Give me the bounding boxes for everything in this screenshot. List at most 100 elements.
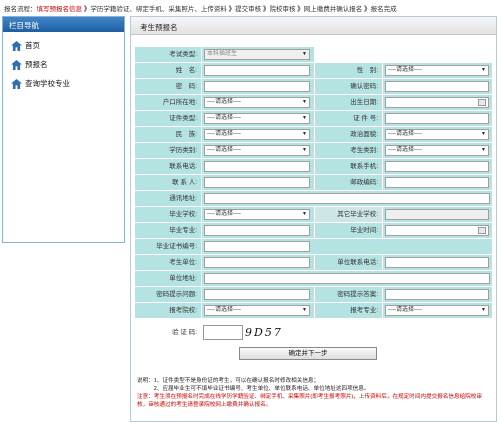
calendar-icon[interactable] — [478, 99, 486, 106]
confirm-password-input[interactable] — [385, 81, 489, 92]
name-label: 姓 名: — [135, 63, 201, 78]
form-row: 民 族: ----请选择---- ▼ 政治面貌: ----请选择---- ▼ — [135, 127, 492, 142]
note-warning: 注意：考生须在预报名时完成在线学历学籍验证、绑定手机、采集照片(即考生报考照片)… — [137, 394, 482, 408]
grad-major-input[interactable] — [204, 225, 310, 236]
dropdown-arrow-icon: ▼ — [481, 131, 486, 137]
gender-select[interactable]: ----请选择---- ▼ — [385, 65, 489, 76]
form-row: 密 码: 确认密码: — [135, 79, 492, 94]
unit-address-input[interactable] — [204, 273, 490, 284]
contact-input[interactable] — [204, 177, 310, 188]
calendar-icon[interactable] — [478, 227, 486, 234]
other-school-input[interactable] — [385, 209, 489, 220]
grad-school-label: 毕业学校: — [135, 207, 201, 222]
form-row: 报考院校: ----请选择---- ▼ 报考专业: ----请选择---- ▼ — [135, 303, 492, 318]
sidebar-item-query-school[interactable]: 查询学校专业 — [3, 74, 124, 93]
pwd-answer-input[interactable] — [385, 289, 489, 300]
form-row: 密码提示问题: 密码提示答案: — [135, 287, 492, 302]
edu-category-select[interactable]: ----请选择---- ▼ — [204, 145, 310, 156]
form-row: 姓 名: 性 别: ----请选择---- ▼ — [135, 63, 492, 78]
name-input[interactable] — [204, 65, 310, 76]
candidate-category-select[interactable]: ----请选择---- ▼ — [385, 145, 489, 156]
postcode-label: 邮政编码: — [315, 175, 382, 190]
breadcrumb-step-current: 填写预报名信息 — [36, 6, 83, 13]
home-icon — [11, 59, 22, 70]
dropdown-arrow-icon: ▼ — [302, 147, 307, 153]
password-label: 密 码: — [135, 79, 201, 94]
ethnicity-label: 民 族: — [135, 127, 201, 142]
form-row: 学历类别: ----请选择---- ▼ 考生类别: ----请选择---- ▼ — [135, 143, 492, 158]
breadcrumb-step: 院校审核 — [269, 6, 296, 13]
home-icon — [11, 78, 22, 89]
registration-panel: 考生预报名 考试类型: 本科插班生 ▼ 姓 名: 性 别: ----请选择----… — [130, 16, 497, 422]
notes: 说明：1、证件类型不是身份证的考生，可以在确认报名时修改相关信息； 2、应届毕业… — [137, 377, 492, 409]
birth-date-input[interactable] — [385, 97, 489, 108]
ethnicity-select[interactable]: ----请选择---- ▼ — [204, 129, 310, 140]
dropdown-arrow-icon: ▼ — [302, 131, 307, 137]
home-icon — [11, 40, 22, 51]
pwd-question-input[interactable] — [204, 289, 310, 300]
grad-school-select[interactable]: ----请选择---- ▼ — [204, 209, 310, 220]
sidebar-item-label: 首页 — [25, 41, 40, 50]
cert-number-input[interactable] — [204, 241, 310, 252]
grad-time-label: 毕业时间: — [315, 223, 382, 238]
political-select[interactable]: ----请选择---- ▼ — [385, 129, 489, 140]
work-unit-input[interactable] — [204, 257, 310, 268]
pwd-answer-label: 密码提示答案: — [315, 287, 382, 302]
other-school-label: 其它毕业学校: — [315, 207, 382, 222]
apply-major-select[interactable]: ----请选择---- ▼ — [385, 305, 489, 316]
submit-next-button[interactable]: 确定并下一步 — [239, 347, 377, 360]
id-type-label: 证件类型: — [135, 111, 201, 126]
address-input[interactable] — [204, 193, 490, 204]
id-type-select[interactable]: ----请选择---- ▼ — [204, 113, 310, 124]
political-label: 政治面貌: — [315, 127, 382, 142]
confirm-password-label: 确认密码: — [315, 79, 382, 94]
apply-major-label: 报考专业: — [315, 303, 382, 318]
apply-school-select[interactable]: ----请选择---- ▼ — [204, 305, 310, 316]
dropdown-arrow-icon: ▼ — [481, 67, 486, 73]
unit-phone-label: 单位联系电话: — [315, 255, 382, 270]
postcode-input[interactable] — [385, 177, 489, 188]
apply-school-label: 报考院校: — [135, 303, 201, 318]
id-number-label: 证 件 号: — [315, 111, 382, 126]
form-row: 确定并下一步 — [135, 347, 492, 362]
captcha-label: 验 证 码: — [172, 329, 197, 336]
candidate-category-label: 考生类别: — [315, 143, 382, 158]
birth-date-label: 出生日期: — [315, 95, 382, 110]
dropdown-arrow-icon: ▼ — [302, 211, 307, 217]
mobile-label: 联系手机: — [315, 159, 382, 174]
form-row: 联 系 人: 邮政编码: — [135, 175, 492, 190]
form-row: 毕业专业: 毕业时间: — [135, 223, 492, 238]
form-row: 毕业学校: ----请选择---- ▼ 其它毕业学校: — [135, 207, 492, 222]
mobile-input[interactable] — [385, 161, 489, 172]
grad-time-input[interactable] — [385, 225, 489, 236]
breadcrumb-step: 学历学籍验证、绑定手机、采集照片、上传资料 — [90, 6, 227, 13]
unit-address-label: 单位地址: — [135, 271, 201, 286]
address-label: 通讯地址: — [135, 191, 201, 206]
id-number-input[interactable] — [385, 113, 489, 124]
form-row: 验 证 码: 9D57 — [135, 325, 492, 340]
form-row: 考试类型: 本科插班生 ▼ — [135, 47, 492, 62]
edu-category-label: 学历类别: — [135, 143, 201, 158]
breadcrumb-step: 提交审核 — [235, 6, 262, 13]
password-input[interactable] — [204, 81, 310, 92]
unit-phone-input[interactable] — [385, 257, 489, 268]
sidebar-item-home[interactable]: 首页 — [3, 36, 124, 55]
sidebar-item-preregister[interactable]: 预报名 — [3, 55, 124, 74]
breadcrumb-prefix: 报名流程： — [4, 6, 37, 13]
dropdown-arrow-icon: ▼ — [302, 307, 307, 313]
exam-type-select[interactable]: 本科插班生 ▼ — [204, 49, 310, 60]
sidebar: 栏目导航 首页 预报名 查询学校专业 — [2, 16, 125, 243]
panel-title: 考生预报名 — [131, 17, 496, 35]
dropdown-arrow-icon: ▼ — [302, 99, 307, 105]
captcha-image[interactable]: 9D57 — [245, 326, 293, 339]
sidebar-title: 栏目导航 — [3, 17, 124, 32]
cert-number-label: 毕业证书编号: — [135, 239, 201, 254]
exam-type-label: 考试类型: — [135, 47, 201, 62]
captcha-input[interactable] — [203, 325, 243, 340]
sidebar-item-label: 预报名 — [25, 60, 48, 69]
contact-label: 联 系 人: — [135, 175, 201, 190]
hukou-select[interactable]: ----请选择---- ▼ — [204, 97, 310, 108]
form-row: 毕业证书编号: — [135, 239, 492, 254]
form-row: 通讯地址: — [135, 191, 492, 206]
phone-input[interactable] — [204, 161, 310, 172]
